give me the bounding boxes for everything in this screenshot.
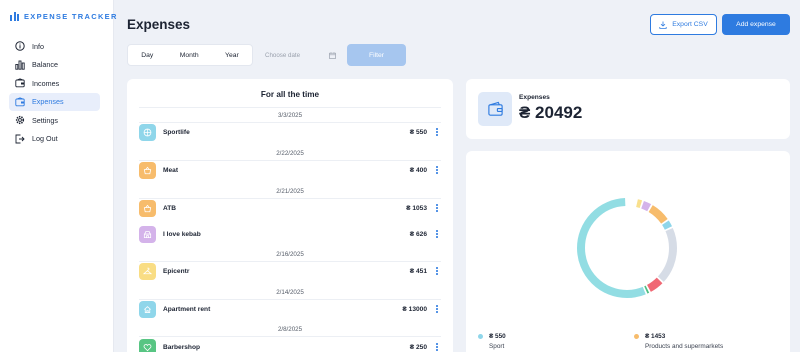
legend-label: Products and supermarkets bbox=[645, 343, 724, 350]
sidebar-item-label: Expenses bbox=[32, 97, 64, 107]
expense-amount: ₴ 250 bbox=[409, 343, 427, 351]
expense-list-panel: For all the time 3/3/2025 Sportlife ₴ 55… bbox=[127, 79, 453, 352]
total-expenses-card: Expenses ₴ 20492 bbox=[466, 79, 790, 139]
legend-label: Sport bbox=[489, 343, 505, 350]
wallet-icon bbox=[15, 97, 25, 107]
period-selector: Day Month Year bbox=[127, 44, 253, 66]
sidebar-nav: Info Balance Incomes Expenses Settings L… bbox=[9, 37, 100, 148]
expense-name: Barbershop bbox=[163, 343, 201, 351]
add-expense-button[interactable]: Add expense bbox=[722, 14, 790, 35]
sidebar-item-label: Settings bbox=[32, 115, 58, 125]
expense-row[interactable]: Meat ₴ 400 bbox=[139, 161, 441, 179]
more-options-icon[interactable] bbox=[433, 230, 441, 238]
expense-row[interactable]: Sportlife ₴ 550 bbox=[139, 123, 441, 141]
legend-item: ₴ 550 Sport bbox=[478, 333, 506, 350]
date-placeholder: Choose date bbox=[265, 51, 301, 59]
restaurant-icon bbox=[139, 225, 156, 243]
sidebar-item-label: Log Out bbox=[32, 134, 58, 144]
expense-row[interactable]: I love kebab ₴ 626 bbox=[139, 225, 441, 243]
sidebar-item-label: Balance bbox=[32, 60, 58, 70]
expense-amount: ₴ 13000 bbox=[402, 305, 427, 313]
sidebar-item-balance[interactable]: Balance bbox=[9, 56, 100, 75]
sidebar-item-label: Incomes bbox=[32, 78, 60, 88]
expense-name: Meat bbox=[163, 166, 179, 174]
sport-icon bbox=[139, 123, 156, 141]
expense-name: Apartment rent bbox=[163, 305, 211, 313]
expense-amount: ₴ 1053 bbox=[406, 204, 427, 212]
date-header: 2/8/2025 bbox=[139, 326, 441, 337]
date-picker-input[interactable]: Choose date bbox=[260, 44, 341, 66]
more-options-icon[interactable] bbox=[433, 305, 441, 313]
bar-chart-logo-icon bbox=[10, 12, 19, 21]
expense-name: Epicentr bbox=[163, 267, 190, 275]
gear-icon bbox=[15, 116, 25, 125]
info-icon bbox=[15, 41, 25, 51]
expense-name: I love kebab bbox=[163, 230, 201, 238]
expense-amount: ₴ 451 bbox=[409, 267, 427, 275]
page-title: Expenses bbox=[127, 17, 191, 32]
export-csv-button[interactable]: Export CSV bbox=[650, 14, 717, 35]
donut-segments bbox=[577, 198, 677, 298]
more-options-icon[interactable] bbox=[433, 166, 441, 174]
expense-name: Sportlife bbox=[163, 128, 190, 136]
basket-icon bbox=[139, 199, 156, 217]
expense-amount: ₴ 550 bbox=[409, 128, 427, 136]
expense-row[interactable]: Epicentr ₴ 451 bbox=[139, 262, 441, 280]
sidebar-item-incomes[interactable]: Incomes bbox=[9, 74, 100, 93]
expense-name: ATB bbox=[163, 204, 177, 212]
expense-amount: ₴ 400 bbox=[409, 166, 427, 174]
expense-row[interactable]: Barbershop ₴ 250 bbox=[139, 338, 441, 352]
expense-row[interactable]: Apartment rent ₴ 13000 bbox=[139, 300, 441, 318]
expense-amount: ₴ 626 bbox=[409, 230, 427, 238]
donut-chart bbox=[577, 198, 677, 298]
date-header: 2/21/2025 bbox=[139, 188, 441, 199]
more-options-icon[interactable] bbox=[433, 128, 441, 136]
expense-chart-card: ₴ 550 Sport ₴ 1453 Products and supermar… bbox=[466, 151, 790, 352]
export-csv-label: Export CSV bbox=[672, 21, 708, 28]
bar-chart-icon bbox=[15, 60, 25, 70]
calendar-icon bbox=[329, 51, 336, 59]
sidebar-item-settings[interactable]: Settings bbox=[9, 111, 100, 130]
expense-row[interactable]: ATB ₴ 1053 bbox=[139, 199, 441, 217]
date-header: 2/22/2025 bbox=[139, 150, 441, 161]
more-options-icon[interactable] bbox=[433, 267, 441, 275]
legend-dot bbox=[634, 334, 639, 339]
divider bbox=[139, 107, 441, 108]
sidebar-item-label: Info bbox=[32, 41, 44, 51]
sidebar-item-expenses[interactable]: Expenses bbox=[9, 92, 100, 111]
legend-dot bbox=[478, 334, 483, 339]
brand-name: EXPENSE TRACKER bbox=[24, 12, 118, 21]
legend-value: ₴ 550 bbox=[489, 333, 506, 340]
basket-icon bbox=[139, 161, 156, 179]
incomes-icon bbox=[15, 78, 25, 88]
more-options-icon[interactable] bbox=[433, 343, 441, 351]
period-year[interactable]: Year bbox=[225, 52, 239, 59]
logout-icon bbox=[15, 134, 25, 144]
more-options-icon[interactable] bbox=[433, 204, 441, 212]
wallet-icon bbox=[478, 92, 512, 126]
home-icon bbox=[139, 300, 156, 318]
filter-button[interactable]: Filter bbox=[347, 44, 406, 66]
sidebar-item-info[interactable]: Info bbox=[9, 37, 100, 56]
date-header: 2/14/2025 bbox=[139, 289, 441, 300]
legend-value: ₴ 1453 bbox=[645, 333, 666, 340]
legend-item: ₴ 1453 Products and supermarkets bbox=[634, 333, 723, 350]
period-day[interactable]: Day bbox=[141, 52, 153, 59]
sidebar: EXPENSE TRACKER Info Balance Incomes Exp… bbox=[0, 0, 116, 352]
heart-icon bbox=[139, 338, 156, 352]
total-label: Expenses bbox=[519, 94, 550, 101]
list-title: For all the time bbox=[260, 90, 320, 99]
sidebar-item-logout[interactable]: Log Out bbox=[9, 130, 100, 149]
date-header: 3/3/2025 bbox=[139, 112, 441, 123]
date-header: 2/16/2025 bbox=[139, 251, 441, 262]
download-icon bbox=[659, 21, 667, 29]
brand-logo: EXPENSE TRACKER bbox=[10, 12, 118, 21]
total-amount: ₴ 20492 bbox=[519, 103, 583, 122]
period-month[interactable]: Month bbox=[180, 52, 199, 59]
hanger-icon bbox=[139, 262, 156, 280]
